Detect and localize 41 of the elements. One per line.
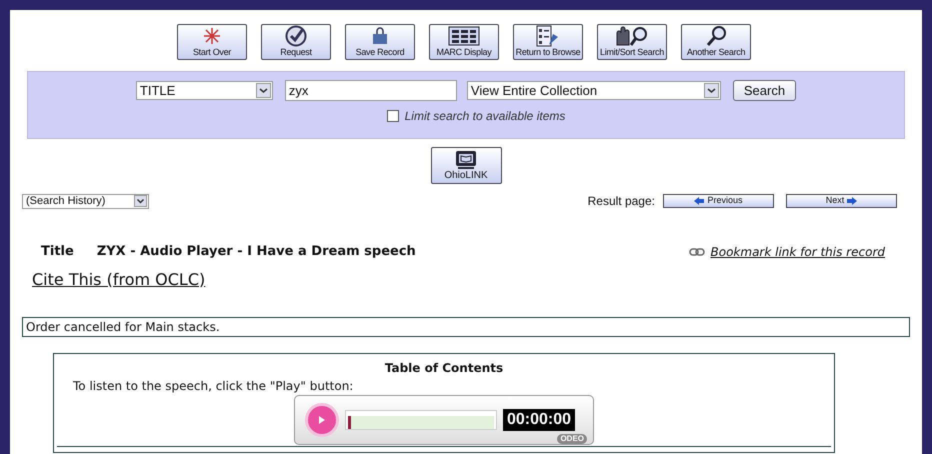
brand-logo: ODEO: [557, 434, 587, 444]
next-button[interactable]: Next: [786, 194, 897, 208]
hand-magnifier-icon: [614, 25, 650, 47]
checklist-icon: [536, 25, 560, 47]
status-message: Order cancelled for Main stacks.: [22, 316, 910, 336]
link-icon: [688, 248, 705, 256]
title-label: Title: [41, 243, 74, 261]
cite-link[interactable]: Cite This (from OCLC): [32, 268, 206, 292]
previous-button[interactable]: Previous: [663, 194, 774, 208]
left-arrow-icon: [694, 197, 704, 205]
sparkle-icon: [203, 27, 221, 45]
search-button[interactable]: Search: [732, 80, 796, 101]
toolbar-button[interactable]: Save Record: [345, 24, 415, 60]
toolbar-button[interactable]: Another Search: [681, 24, 751, 60]
toolbar-button[interactable]: Start Over: [177, 24, 247, 60]
play-button[interactable]: [305, 402, 339, 436]
time-display: 00:00:00: [503, 408, 576, 430]
scope-select[interactable]: View Entire Collection: [466, 81, 721, 100]
bag-icon: [371, 27, 389, 45]
play-icon: [318, 414, 326, 424]
toolbar-button[interactable]: Return to Browse: [513, 24, 583, 60]
monitor-book-icon: [455, 150, 477, 170]
search-field[interactable]: zyx: [284, 80, 457, 101]
toolbar-button[interactable]: MARC Display: [429, 24, 499, 60]
instructions-text: To listen to the speech, click the "Play" button:: [73, 378, 354, 394]
checkmark-icon: [285, 25, 307, 47]
field-select[interactable]: TITLE: [136, 81, 273, 100]
search-history-select[interactable]: (Search History): [22, 194, 149, 208]
result-page-label: Result page:: [588, 193, 655, 210]
checkbox[interactable]: [386, 110, 399, 122]
magnifier-icon: [704, 25, 728, 47]
toolbar-button[interactable]: Request: [261, 24, 331, 60]
right-arrow-icon: [847, 197, 858, 205]
bookmark-link[interactable]: Bookmark link for this record: [710, 242, 885, 261]
contents-heading: Table of Contents: [384, 360, 504, 376]
toolbar-button[interactable]: Limit/Sort Search: [597, 24, 667, 60]
ohiolink-button[interactable]: OhioLINK: [430, 147, 502, 184]
checkbox-label: Limit search to available items: [404, 108, 566, 125]
record-title: ZYX - Audio Player - I Have a Dream speech: [96, 243, 416, 261]
grid-icon: [448, 26, 480, 46]
progress-track[interactable]: [345, 410, 497, 430]
